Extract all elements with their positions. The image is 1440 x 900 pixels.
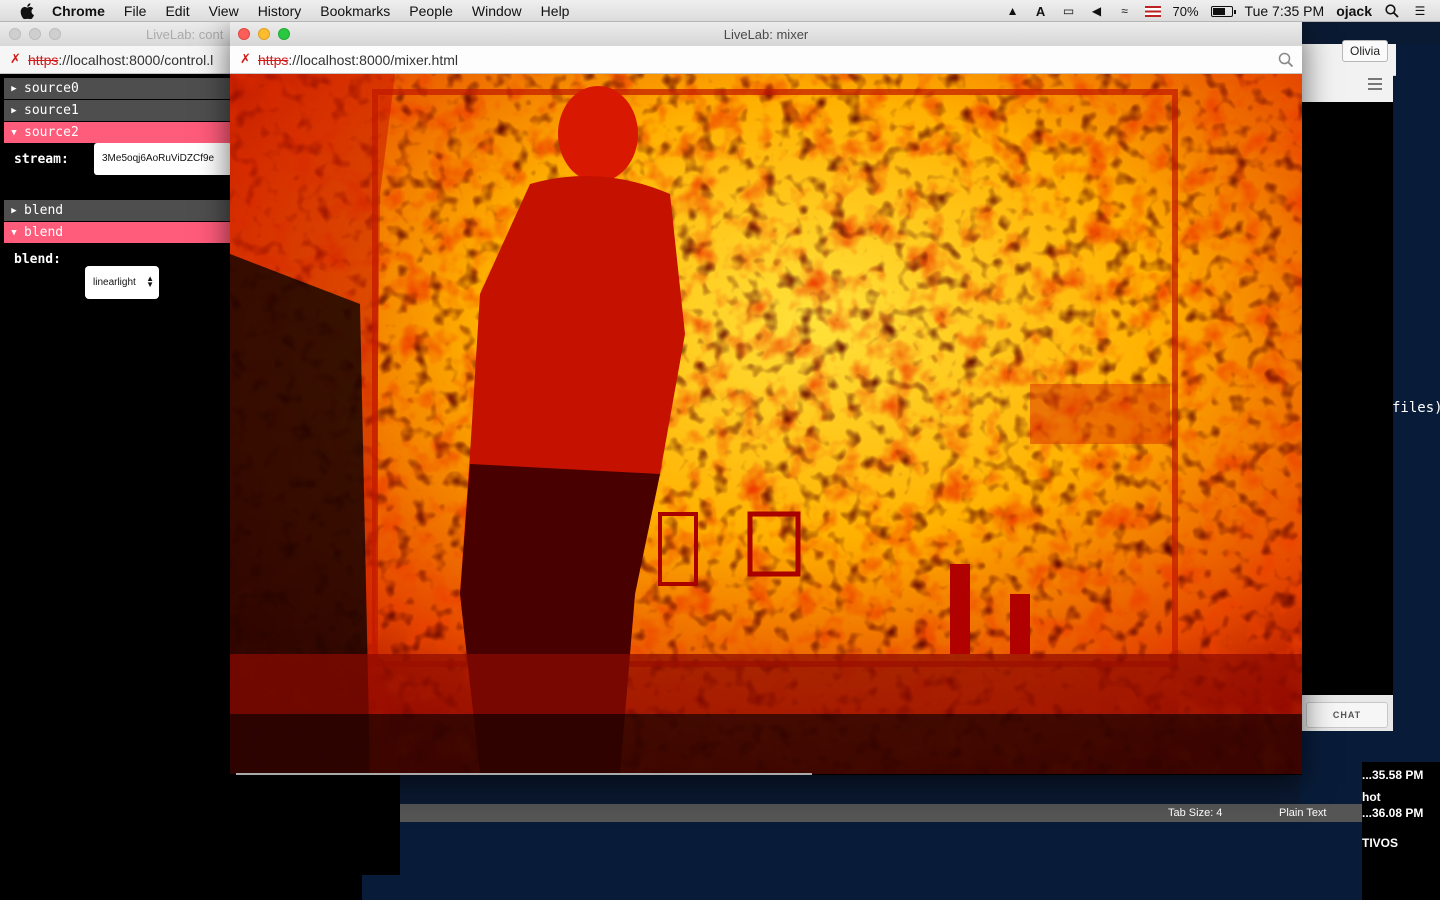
mixer-titlebar: LiveLab: mixer [230, 22, 1302, 46]
background-editor-body [400, 822, 1362, 900]
url-text[interactable]: https://localhost:8000/mixer.html [258, 52, 458, 68]
zoom-button[interactable] [49, 28, 61, 40]
menu-edit[interactable]: Edit [165, 3, 189, 19]
battery-icon[interactable] [1210, 5, 1236, 17]
mixer-video-canvas[interactable] [230, 74, 1302, 774]
editor-status-bar: Tab Size: 4 Plain Text [400, 804, 1362, 822]
wifi-icon[interactable]: ≈ [1117, 4, 1133, 18]
macos-menu-bar: Chrome File Edit View History Bookmarks … [0, 0, 1440, 22]
menu-window[interactable]: Window [472, 3, 522, 19]
menu-app-chrome[interactable]: Chrome [52, 3, 105, 19]
menu-file[interactable]: File [124, 3, 147, 19]
caret-right-icon: ▶ [11, 83, 17, 94]
blend-mode-value: linearlight [93, 277, 136, 288]
horizontal-scrollbar[interactable] [236, 773, 812, 775]
caret-right-icon: ▶ [11, 205, 17, 216]
search-icon[interactable] [1278, 52, 1294, 68]
syntax-selector[interactable]: Plain Text [1279, 807, 1327, 819]
url-text[interactable]: https://localhost:8000/control.l [28, 52, 213, 68]
caret-down-icon: ▼ [11, 227, 17, 238]
notification-center-icon[interactable]: ☰ [1412, 4, 1428, 18]
folder-source2[interactable]: ▼ source2 [4, 122, 232, 143]
caret-down-icon: ▼ [11, 127, 17, 138]
menu-help[interactable]: Help [541, 3, 570, 19]
background-terminal [1300, 76, 1393, 716]
folder-label: blend [24, 225, 64, 240]
folder-source0[interactable]: ▶ source0 [4, 78, 232, 99]
terminal-text: files) [1392, 400, 1440, 416]
control-titlebar: LiveLab: cont [0, 22, 232, 46]
airplay-icon[interactable]: ▭ [1061, 4, 1077, 18]
insecure-lock-icon[interactable]: ✗ [10, 52, 24, 66]
background-window [0, 775, 400, 900]
folder-label: source0 [24, 81, 79, 96]
blend-mode-select[interactable]: linearlight ▲ ▼ [85, 266, 159, 299]
select-arrows-icon: ▲ ▼ [146, 274, 154, 289]
folder-source1[interactable]: ▶ source1 [4, 100, 232, 121]
folder-blend-open[interactable]: ▼ blend [4, 222, 232, 243]
user-name[interactable]: ojack [1336, 3, 1372, 19]
battery-percent: 70% [1172, 3, 1199, 19]
insecure-lock-icon[interactable]: ✗ [240, 52, 254, 66]
download-item[interactable]: TIVOS [1362, 836, 1398, 850]
hamburger-menu-icon[interactable] [1368, 78, 1382, 90]
folder-blend[interactable]: ▶ blend [4, 200, 232, 221]
clock[interactable]: Tue 7:35 PM [1245, 3, 1325, 19]
window-title: LiveLab: cont [146, 27, 224, 42]
menu-bookmarks[interactable]: Bookmarks [320, 3, 390, 19]
minimize-button[interactable] [29, 28, 41, 40]
mixer-browser-window: LiveLab: mixer ✗ https://localhost:8000/… [230, 22, 1302, 775]
background-window [362, 875, 402, 900]
blend-label: blend: [14, 252, 61, 267]
download-item[interactable]: ...36.08 PM [1362, 806, 1423, 820]
stream-label: stream: [14, 152, 69, 167]
volume-icon[interactable]: ◀ [1089, 4, 1105, 18]
folder-label: blend [24, 203, 64, 218]
menu-people[interactable]: People [409, 3, 453, 19]
stream-input[interactable]: 3Me5oqj6AoRuViDZCf9e [94, 143, 232, 175]
gui-control-panel: ▶ source0 ▶ source1 ▼ source2 stream: 3M… [0, 76, 232, 775]
adobe-icon[interactable]: A [1033, 4, 1049, 19]
apple-menu-icon[interactable] [18, 2, 36, 20]
folder-label: source1 [24, 103, 79, 118]
profile-button[interactable]: Olivia [1342, 40, 1388, 62]
address-bar[interactable]: ✗ https://localhost:8000/mixer.html [230, 46, 1302, 74]
spotlight-search-icon[interactable] [1384, 4, 1400, 18]
menu-view[interactable]: View [209, 3, 239, 19]
input-source-flag-icon[interactable] [1144, 5, 1161, 17]
video-frame [230, 74, 1302, 774]
download-item[interactable]: ...35.58 PM [1362, 768, 1423, 782]
control-browser-window: LiveLab: cont ✗ https://localhost:8000/c… [0, 22, 232, 775]
close-button[interactable] [9, 28, 21, 40]
downloads-panel [1362, 762, 1440, 900]
folder-label: source2 [24, 125, 79, 140]
chat-button[interactable]: CHAT [1306, 702, 1388, 728]
menu-history[interactable]: History [258, 3, 302, 19]
download-item[interactable]: hot [1362, 790, 1381, 804]
drive-sync-icon[interactable]: ▲ [1005, 4, 1021, 18]
tab-size-selector[interactable]: Tab Size: 4 [1168, 807, 1222, 819]
address-bar[interactable]: ✗ https://localhost:8000/control.l [0, 46, 232, 74]
caret-right-icon: ▶ [11, 105, 17, 116]
window-title: LiveLab: mixer [723, 27, 809, 42]
